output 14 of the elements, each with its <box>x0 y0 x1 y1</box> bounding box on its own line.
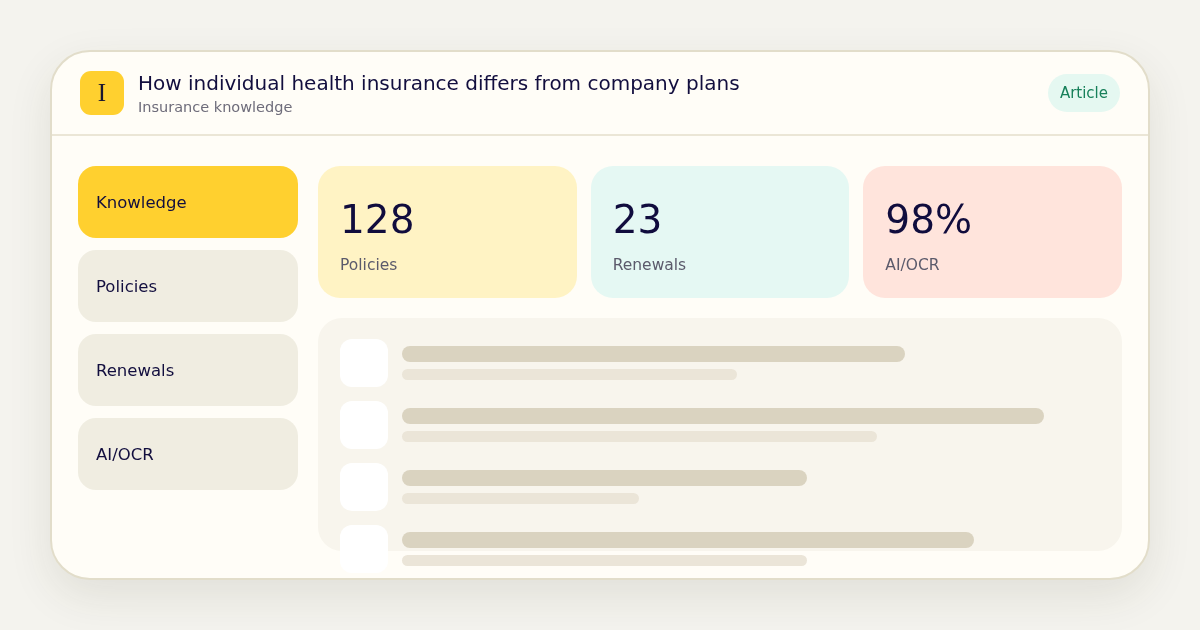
article-category: Insurance knowledge <box>138 97 294 117</box>
sidebar-item[interactable]: Policies <box>78 250 298 322</box>
app-logo: I <box>80 71 124 115</box>
content-type-tag: Article <box>1047 74 1120 112</box>
stat-label: AI/OCR <box>885 255 940 276</box>
sidebar-item[interactable]: AI/OCR <box>78 418 298 490</box>
sidebar-item[interactable]: Renewals <box>78 334 298 406</box>
stat-value: 128 <box>340 196 415 244</box>
stat-label: Renewals <box>612 255 687 276</box>
stat-value: 23 <box>612 196 663 244</box>
stat-value: 98% <box>885 196 972 244</box>
article-title: How individual health insurance differs from company plans <box>138 69 740 96</box>
stat-label: Policies <box>340 255 398 276</box>
sidebar-item[interactable]: Knowledge <box>78 166 298 238</box>
